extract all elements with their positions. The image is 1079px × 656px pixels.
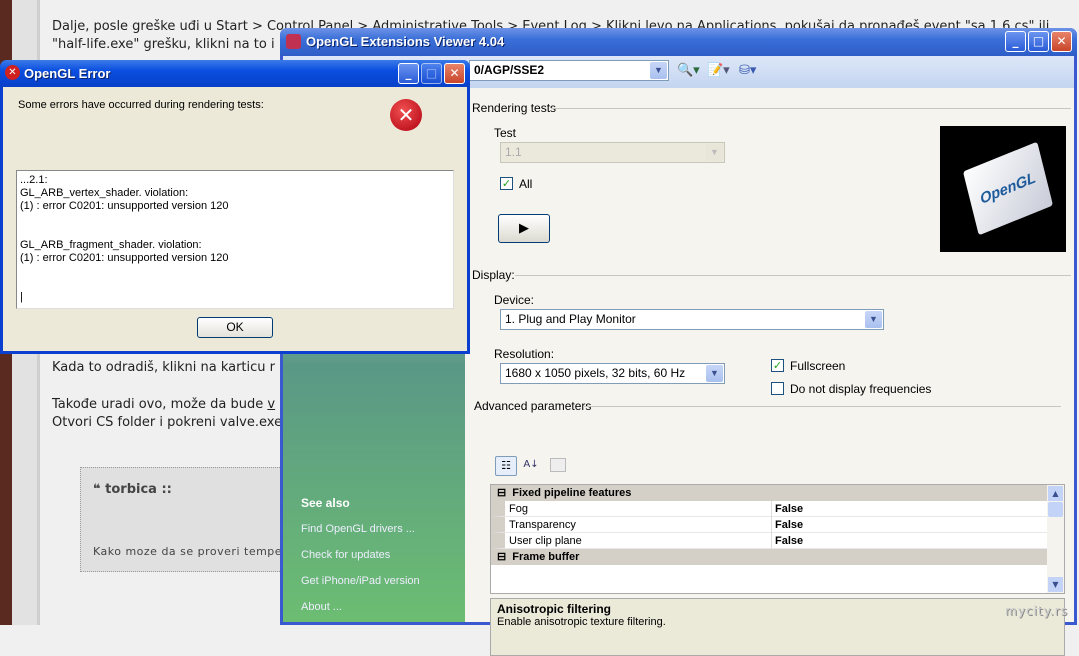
rendering-tests-heading: Rendering tests xyxy=(472,101,557,115)
text: Takođe uradi ovo, može da bude xyxy=(52,397,268,412)
renderer-combo[interactable]: 0/AGP/SSE2 ▼ xyxy=(469,60,669,81)
property-value[interactable]: False xyxy=(771,501,803,517)
ok-button[interactable]: OK xyxy=(197,317,273,338)
resolution-label: Resolution: xyxy=(494,347,555,361)
property-name: Transparency xyxy=(509,519,576,531)
quote-author-name: torbica :: xyxy=(105,482,172,497)
main-panel: Rendering tests Test 1.1 ▼ ✓ All ▶ OpenGL… xyxy=(465,88,1074,656)
all-checkbox[interactable]: ✓ xyxy=(500,177,513,190)
database-icon[interactable]: ⛁▾ xyxy=(739,63,756,78)
categorized-view-icon[interactable]: ☷ xyxy=(495,456,517,476)
post-link[interactable]: v xyxy=(267,397,275,412)
quote-text: Kako moze da se proveri temper xyxy=(93,545,288,558)
post-text-line: "half-life.exe" grešku, klikni na to i xyxy=(52,37,275,52)
display-heading: Display: xyxy=(472,268,515,282)
divider xyxy=(551,108,1071,109)
quote-author: ❝ torbica :: xyxy=(93,482,172,497)
divider xyxy=(515,275,1071,276)
collapse-icon[interactable]: ⊟ xyxy=(491,487,512,499)
opengl-preview: OpenGL xyxy=(940,126,1066,252)
device-select[interactable]: 1. Plug and Play Monitor ▼ xyxy=(500,309,884,330)
post-text-line: Otvori CS folder i pokreni valve.exe xyxy=(52,415,283,430)
renderer-value: 0/AGP/SSE2 xyxy=(474,63,545,77)
description-title: Anisotropic filtering xyxy=(497,602,611,616)
property-name: Fog xyxy=(509,503,528,515)
test-value: 1.1 xyxy=(505,145,522,159)
app-icon xyxy=(286,34,301,49)
error-large-icon: ✕ xyxy=(390,99,422,131)
minimize-button[interactable]: _ xyxy=(1005,31,1026,52)
property-value[interactable]: False xyxy=(771,517,803,533)
opengl-logo: OpenGL xyxy=(962,141,1054,236)
property-pages-icon[interactable] xyxy=(550,458,566,472)
link-iphone-version[interactable]: Get iPhone/iPad version xyxy=(301,575,420,587)
see-also-title: See also xyxy=(301,496,350,510)
error-message: Some errors have occurred during renderi… xyxy=(18,99,264,111)
scroll-up-icon[interactable]: ▲ xyxy=(1048,486,1063,501)
link-check-updates[interactable]: Check for updates xyxy=(301,549,390,561)
link-find-drivers[interactable]: Find OpenGL drivers ... xyxy=(301,523,415,535)
property-row[interactable]: Fog False xyxy=(491,501,1047,517)
chevron-down-icon: ▼ xyxy=(865,311,882,328)
error-title-bar[interactable]: ✕ OpenGL Error _ □ ✕ xyxy=(0,60,470,87)
description-text: Enable anisotropic texture filtering. xyxy=(497,616,666,628)
error-icon: ✕ xyxy=(5,65,20,80)
device-label: Device: xyxy=(494,293,535,307)
category-name: Fixed pipeline features xyxy=(512,487,632,499)
sort-alpha-icon[interactable]: A↓ xyxy=(520,456,542,476)
chevron-down-icon: ▼ xyxy=(650,62,667,79)
property-grid-scrollbar[interactable]: ▲ ▼ xyxy=(1047,485,1064,593)
error-dialog-title: OpenGL Error xyxy=(24,66,111,81)
property-name: User clip plane xyxy=(509,535,582,547)
watermark: mycity.rs xyxy=(1005,604,1068,618)
scroll-down-icon[interactable]: ▼ xyxy=(1048,577,1063,592)
opengl-error-dialog: ✕ OpenGL Error _ □ ✕ Some errors have oc… xyxy=(0,60,470,354)
scroll-thumb[interactable] xyxy=(1048,502,1063,517)
advanced-heading: Advanced parameters xyxy=(474,399,592,413)
error-details-textarea[interactable]: ...2.1: GL_ARB_vertex_shader. violation:… xyxy=(16,170,454,309)
no-frequencies-checkbox[interactable] xyxy=(771,382,784,395)
property-category[interactable]: ⊟ Frame buffer xyxy=(491,549,1047,565)
property-category[interactable]: ⊟ Fixed pipeline features xyxy=(491,485,1047,501)
fullscreen-checkbox[interactable]: ✓ xyxy=(771,359,784,372)
report-icon[interactable]: 📝▾ xyxy=(707,63,730,78)
viewer-title: OpenGL Extensions Viewer 4.04 xyxy=(306,34,505,49)
maximize-button[interactable]: □ xyxy=(1028,31,1049,52)
search-icon[interactable]: 🔍▾ xyxy=(677,63,700,78)
resolution-value: 1680 x 1050 pixels, 32 bits, 60 Hz xyxy=(505,366,686,380)
run-test-button[interactable]: ▶ xyxy=(498,214,550,243)
error-dialog-body: Some errors have occurred during renderi… xyxy=(3,87,467,351)
maximize-button[interactable]: □ xyxy=(421,63,442,84)
chevron-down-icon: ▼ xyxy=(706,144,723,161)
property-value[interactable]: False xyxy=(771,533,803,549)
viewer-title-bar[interactable]: OpenGL Extensions Viewer 4.04 _ □ ✕ xyxy=(280,28,1077,56)
property-grid: ⊟ Fixed pipeline features Fog False Transp… xyxy=(490,484,1065,594)
fullscreen-label: Fullscreen xyxy=(790,359,846,373)
property-row[interactable]: Transparency False xyxy=(491,517,1047,533)
minimize-button[interactable]: _ xyxy=(398,63,419,84)
property-row[interactable]: User clip plane False xyxy=(491,533,1047,549)
post-text-line: Takođe uradi ovo, može da bude v xyxy=(52,396,275,414)
close-button[interactable]: ✕ xyxy=(1051,31,1072,52)
device-value: 1. Plug and Play Monitor xyxy=(505,312,636,326)
divider xyxy=(583,406,1061,407)
test-select[interactable]: 1.1 ▼ xyxy=(500,142,725,163)
all-label: All xyxy=(519,177,533,191)
no-frequencies-label: Do not display frequencies xyxy=(790,382,932,396)
test-label: Test xyxy=(494,126,517,140)
chevron-down-icon: ▼ xyxy=(706,365,723,382)
post-text-line: Kada to odradiš, klikni na karticu r xyxy=(52,360,275,375)
close-button[interactable]: ✕ xyxy=(444,63,465,84)
category-name: Frame buffer xyxy=(512,551,580,563)
property-description: Anisotropic filtering Enable anisotropic… xyxy=(490,598,1065,656)
play-icon: ▶ xyxy=(519,221,529,236)
link-about[interactable]: About ... xyxy=(301,601,342,613)
resolution-select[interactable]: 1680 x 1050 pixels, 32 bits, 60 Hz ▼ xyxy=(500,363,725,384)
collapse-icon[interactable]: ⊟ xyxy=(491,551,512,563)
